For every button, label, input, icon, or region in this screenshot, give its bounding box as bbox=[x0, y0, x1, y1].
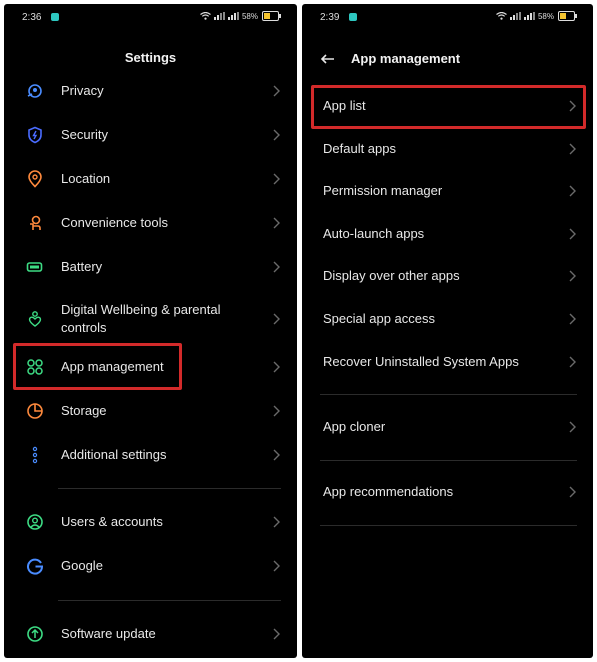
settings-item-label: Software update bbox=[61, 626, 156, 641]
signal-icon bbox=[523, 12, 535, 20]
settings-item-label: Privacy bbox=[61, 83, 104, 98]
chevron-right-icon bbox=[273, 129, 280, 141]
battery-icon bbox=[558, 11, 577, 21]
status-time: 2:39 bbox=[320, 12, 340, 23]
page-title: App management bbox=[351, 51, 461, 66]
storage-pie-icon bbox=[27, 403, 43, 419]
chevron-right-icon bbox=[273, 361, 280, 373]
settings-item-privacy[interactable]: Privacy bbox=[4, 73, 297, 109]
status-bar: 2:39 58% bbox=[302, 4, 593, 32]
chevron-right-icon bbox=[273, 217, 280, 229]
settings-item-additional-settings[interactable]: Additional settings bbox=[4, 437, 297, 473]
battery-icon bbox=[262, 11, 281, 21]
chevron-right-icon bbox=[569, 356, 576, 368]
settings-item-label: Security bbox=[61, 127, 108, 142]
settings-item-software-update[interactable]: Software update bbox=[4, 616, 297, 652]
menu-item-app-cloner[interactable]: App cloner bbox=[302, 409, 593, 445]
signal-icon bbox=[213, 12, 225, 20]
battery-icon bbox=[26, 262, 43, 272]
hand-icon bbox=[30, 215, 41, 230]
settings-item-label: Battery bbox=[61, 259, 103, 274]
chevron-right-icon bbox=[569, 143, 576, 155]
menu-item-recover-uninstalled-system-apps[interactable]: Recover Uninstalled System Apps bbox=[302, 344, 593, 380]
chevron-right-icon bbox=[273, 516, 280, 528]
location-icon bbox=[28, 170, 42, 188]
menu-item-label: Default apps bbox=[323, 141, 396, 156]
highlight-box bbox=[311, 85, 586, 129]
chevron-right-icon bbox=[273, 560, 280, 572]
settings-item-digital-wellbeing[interactable]: Digital Wellbeing & parental controls bbox=[4, 298, 297, 340]
chevron-right-icon bbox=[273, 313, 280, 325]
battery-percent: 58% bbox=[537, 11, 554, 21]
notification-app-icon bbox=[349, 13, 357, 21]
privacy-icon bbox=[27, 84, 42, 98]
chevron-right-icon bbox=[569, 185, 576, 197]
settings-item-label: Google bbox=[61, 558, 103, 573]
menu-item-app-recommendations[interactable]: App recommendations bbox=[302, 474, 593, 510]
chevron-right-icon bbox=[569, 270, 576, 282]
menu-item-label: App recommendations bbox=[323, 484, 454, 499]
settings-item-battery[interactable]: Battery bbox=[4, 249, 297, 285]
section-divider bbox=[58, 600, 281, 601]
chevron-right-icon bbox=[273, 628, 280, 640]
menu-item-label: Permission manager bbox=[323, 183, 443, 198]
settings-item-convenience-tools[interactable]: Convenience tools bbox=[4, 205, 297, 241]
wifi-icon bbox=[200, 12, 211, 20]
settings-item-storage[interactable]: Storage bbox=[4, 393, 297, 429]
section-divider bbox=[320, 525, 577, 526]
chevron-right-icon bbox=[569, 228, 576, 240]
settings-item-label: Digital Wellbeing & parental controls bbox=[61, 302, 221, 335]
menu-item-label: Auto-launch apps bbox=[323, 226, 425, 241]
highlight-box bbox=[13, 343, 182, 390]
settings-item-label: Location bbox=[61, 171, 111, 186]
chevron-right-icon bbox=[569, 486, 576, 498]
wifi-icon bbox=[496, 12, 507, 20]
chevron-right-icon bbox=[569, 313, 576, 325]
settings-item-label: Additional settings bbox=[61, 447, 167, 462]
menu-item-special-app-access[interactable]: Special app access bbox=[302, 301, 593, 337]
status-indicators: 58% bbox=[496, 11, 577, 21]
menu-item-label: Special app access bbox=[323, 311, 436, 326]
menu-item-permission-manager[interactable]: Permission manager bbox=[302, 173, 593, 209]
google-icon bbox=[27, 558, 44, 575]
chevron-right-icon bbox=[273, 173, 280, 185]
back-arrow-icon[interactable] bbox=[320, 51, 336, 67]
chevron-right-icon bbox=[273, 261, 280, 273]
settings-item-label: Storage bbox=[61, 403, 107, 418]
settings-screen: 2:36 58% Settings Privacy Security Locat… bbox=[4, 4, 297, 658]
settings-item-users-accounts[interactable]: Users & accounts bbox=[4, 504, 297, 540]
notification-app-icon bbox=[51, 13, 59, 21]
section-divider bbox=[320, 460, 577, 461]
settings-item-security[interactable]: Security bbox=[4, 117, 297, 153]
settings-item-google[interactable]: Google bbox=[4, 548, 297, 584]
signal-icon bbox=[227, 12, 239, 20]
menu-item-label: Recover Uninstalled System Apps bbox=[323, 354, 519, 369]
chevron-right-icon bbox=[569, 421, 576, 433]
shield-icon bbox=[28, 126, 42, 144]
menu-item-label: Display over other apps bbox=[323, 268, 460, 283]
menu-item-display-over-other-apps[interactable]: Display over other apps bbox=[302, 258, 593, 294]
status-indicators: 58% bbox=[200, 11, 281, 21]
app-management-screen: 2:39 58% App management App list Default… bbox=[302, 4, 593, 658]
battery-percent: 58% bbox=[241, 11, 258, 21]
section-divider bbox=[320, 394, 577, 395]
menu-item-auto-launch-apps[interactable]: Auto-launch apps bbox=[302, 216, 593, 252]
chevron-right-icon bbox=[273, 405, 280, 417]
chevron-right-icon bbox=[273, 449, 280, 461]
menu-item-default-apps[interactable]: Default apps bbox=[302, 131, 593, 167]
update-arrow-icon bbox=[27, 626, 43, 642]
signal-icon bbox=[509, 12, 521, 20]
page-title: Settings bbox=[124, 50, 177, 65]
settings-item-label: Convenience tools bbox=[61, 215, 168, 230]
dots-vertical-icon bbox=[32, 446, 38, 464]
settings-item-label: Users & accounts bbox=[61, 514, 163, 529]
section-divider bbox=[58, 488, 281, 489]
status-bar: 2:36 58% bbox=[4, 4, 297, 32]
chevron-right-icon bbox=[273, 85, 280, 97]
user-icon bbox=[27, 514, 43, 530]
settings-item-location[interactable]: Location bbox=[4, 161, 297, 197]
menu-item-label: App cloner bbox=[323, 419, 386, 434]
wellbeing-icon bbox=[28, 311, 42, 327]
status-time: 2:36 bbox=[22, 12, 42, 23]
